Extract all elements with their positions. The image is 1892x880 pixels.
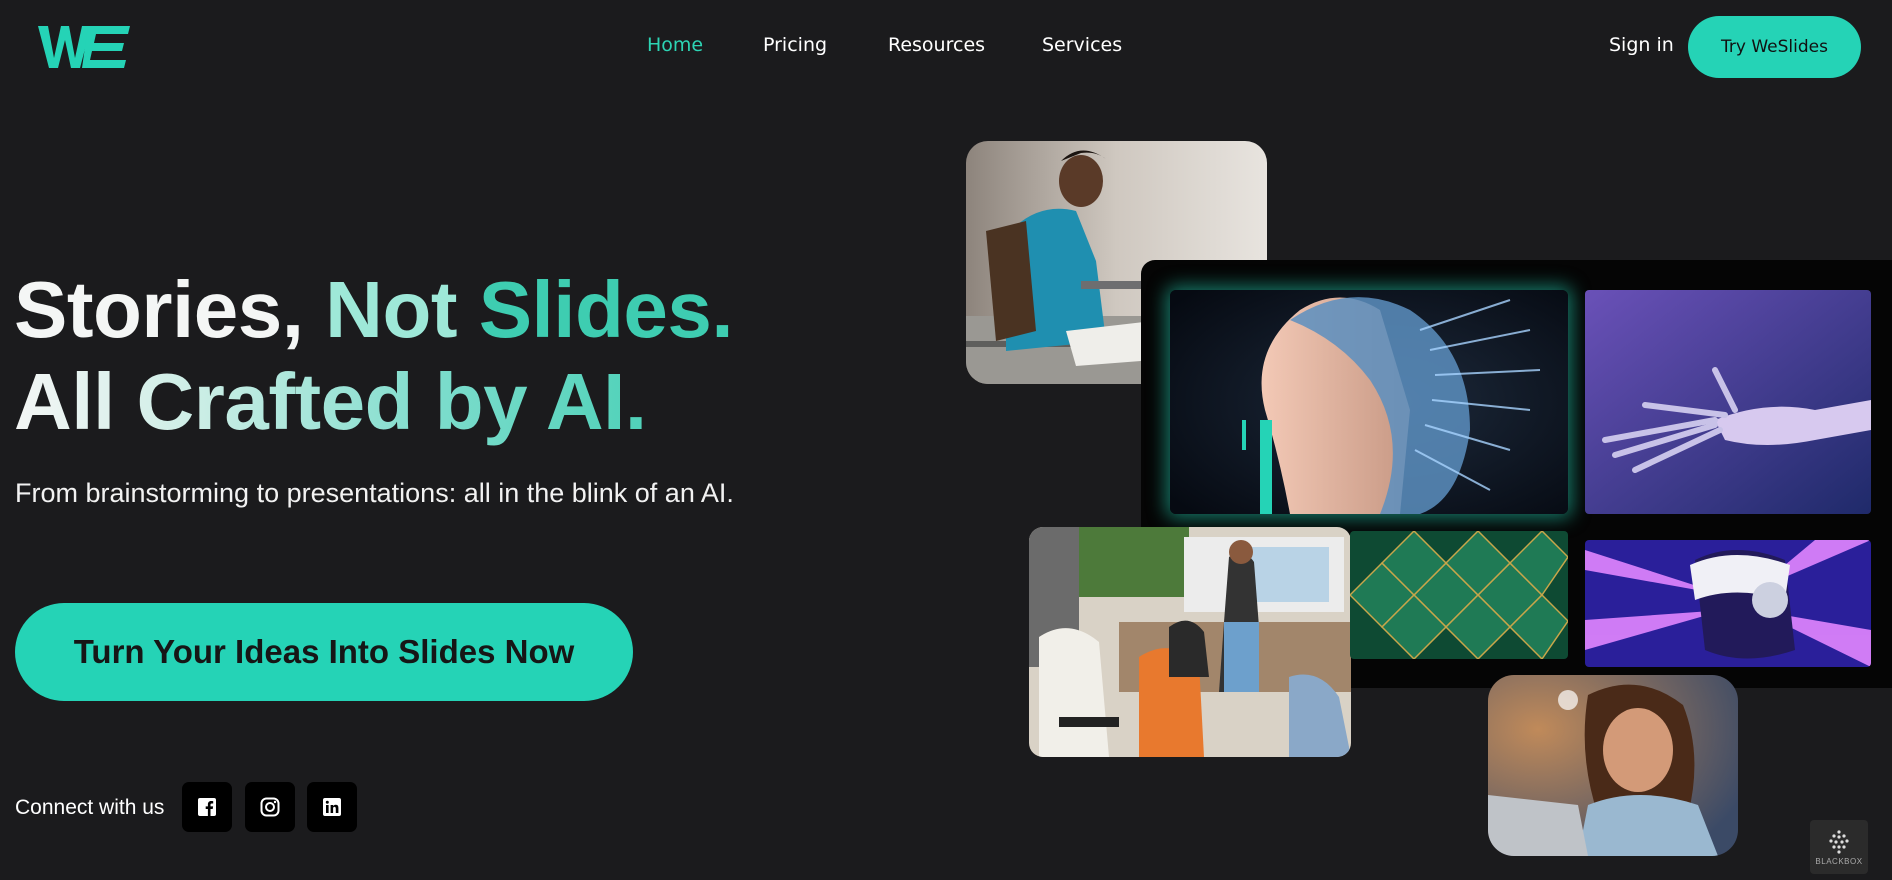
classroom-image [1029,527,1351,757]
linkedin-icon[interactable] [307,782,357,832]
hero-title-word: Not [325,265,457,354]
hero-title: Stories, Not Slides. All Crafted by AI. [14,264,734,448]
nav-resources[interactable]: Resources [888,34,985,56]
nav-services[interactable]: Services [1042,34,1122,56]
blackbox-badge[interactable]: BLACKBOX [1810,820,1868,874]
woman-laptop-image [1488,675,1738,856]
nav-pricing[interactable]: Pricing [763,34,827,56]
weslides-logo[interactable] [38,22,130,72]
ai-woman-image [1170,290,1568,514]
instagram-icon[interactable] [245,782,295,832]
facebook-icon[interactable] [182,782,232,832]
sign-in-link[interactable]: Sign in [1609,34,1674,56]
blackbox-label: BLACKBOX [1815,856,1863,866]
connect-label: Connect with us [15,796,165,819]
hero-title-word: Stories, [14,265,304,354]
hero-subtitle: From brainstorming to presentations: all… [15,478,734,508]
vr-headset-image [1585,540,1871,667]
robot-hand-image [1585,290,1871,514]
hero-title-line2: All Crafted by AI. [14,356,733,448]
green-tiles-image [1350,531,1568,659]
cta-button[interactable]: Turn Your Ideas Into Slides Now [15,603,633,701]
nav-home[interactable]: Home [647,34,703,56]
try-weslides-button[interactable]: Try WeSlides [1688,16,1861,78]
hero-title-word: Slides. [478,265,734,354]
